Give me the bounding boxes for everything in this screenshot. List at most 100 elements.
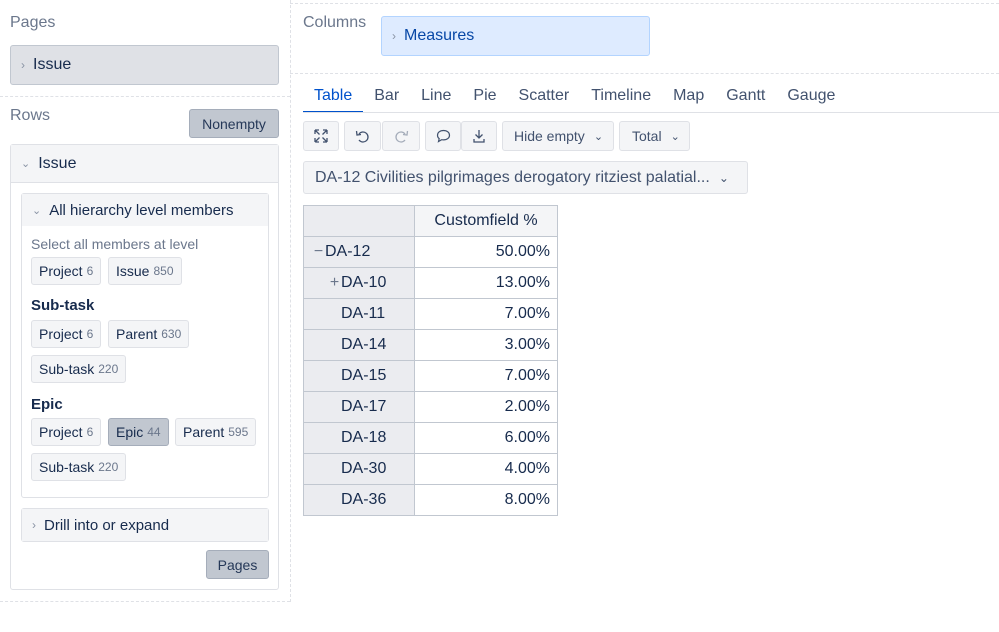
layout-divider <box>0 96 290 97</box>
cell-value: 3.00% <box>414 329 558 361</box>
rows-title: Rows <box>10 107 51 124</box>
level-chip-parent[interactable]: Parent 630 <box>108 320 190 348</box>
level-chip-project[interactable]: Project 6 <box>31 320 102 348</box>
tab-timeline[interactable]: Timeline <box>580 84 662 113</box>
chevron-right-icon[interactable]: › <box>21 58 25 72</box>
row-label: DA-36 <box>341 491 387 508</box>
undo-button[interactable] <box>344 121 381 151</box>
report-table: Customfield % − DA-12 50.00% + DA-10 13.00% DA… <box>303 205 558 516</box>
layout-divider <box>290 3 999 4</box>
cell-value: 7.00% <box>414 298 558 330</box>
row-label: DA-10 <box>341 274 387 291</box>
redo-icon <box>394 130 408 143</box>
tab-gantt[interactable]: Gantt <box>715 84 776 113</box>
chevron-down-icon[interactable]: ⌄ <box>32 204 41 217</box>
table-row: DA-17 2.00% <box>303 391 558 423</box>
member-selector[interactable]: DA-12 Civilities pilgrimages derogatory … <box>303 161 748 194</box>
table-row: − DA-12 50.00% <box>303 236 558 268</box>
epic-group-title: Epic <box>31 396 63 413</box>
comment-button[interactable] <box>425 121 461 151</box>
tab-pie[interactable]: Pie <box>462 84 507 113</box>
layout-divider <box>290 73 999 74</box>
hierarchy-level-header[interactable]: ⌄ All hierarchy level members <box>22 194 268 226</box>
row-label: DA-14 <box>341 336 387 353</box>
chip-label: Project <box>39 424 83 440</box>
table-corner <box>303 205 415 237</box>
redo-button[interactable] <box>382 121 420 151</box>
row-header[interactable]: DA-17 <box>303 391 415 423</box>
level-chip-issue[interactable]: Issue 850 <box>108 257 182 285</box>
expand-icon[interactable]: + <box>328 274 341 292</box>
tab-gauge[interactable]: Gauge <box>776 84 846 113</box>
chevron-down-icon: ⌄ <box>670 130 680 143</box>
row-header[interactable]: + DA-10 <box>303 267 415 299</box>
rows-dimension-header[interactable]: ⌄ Issue <box>11 145 278 183</box>
chip-label: Sub-task <box>39 459 95 475</box>
table-row: DA-36 8.00% <box>303 484 558 516</box>
table-row: DA-18 6.00% <box>303 422 558 454</box>
row-header[interactable]: DA-14 <box>303 329 415 361</box>
cell-value: 8.00% <box>414 484 558 516</box>
level-chip-subtask[interactable]: Sub-task 220 <box>31 453 127 481</box>
chip-label: Epic <box>116 424 144 440</box>
drill-expand-header[interactable]: › Drill into or expand <box>22 509 268 541</box>
chip-count: 44 <box>147 425 161 439</box>
chip-count: 6 <box>86 327 94 341</box>
column-header[interactable]: Customfield % <box>414 205 558 237</box>
hierarchy-level-panel: ⌄ All hierarchy level members Select all… <box>21 193 269 498</box>
columns-dimension-chip[interactable]: › Measures <box>381 16 650 56</box>
tabs-divider <box>303 112 999 113</box>
level-chip-project[interactable]: Project 6 <box>31 257 102 285</box>
chevron-down-icon[interactable]: ⌄ <box>21 157 30 170</box>
tab-scatter[interactable]: Scatter <box>508 84 581 113</box>
chip-label: Issue <box>116 263 150 279</box>
nonempty-button[interactable]: Nonempty <box>189 109 279 138</box>
row-header[interactable]: DA-11 <box>303 298 415 330</box>
row-header[interactable]: DA-36 <box>303 484 415 516</box>
level-chip-epic[interactable]: Epic 44 <box>108 418 169 446</box>
row-header[interactable]: DA-30 <box>303 453 415 485</box>
collapse-icon[interactable]: − <box>312 243 325 261</box>
total-dropdown[interactable]: Total ⌄ <box>619 121 690 151</box>
drill-expand-panel[interactable]: › Drill into or expand <box>21 508 269 542</box>
hierarchy-level-title: All hierarchy level members <box>49 201 234 219</box>
tab-bar[interactable]: Bar <box>363 84 410 113</box>
pages-button[interactable]: Pages <box>206 550 269 579</box>
level-chip-subtask[interactable]: Sub-task 220 <box>31 355 127 383</box>
chip-label: Project <box>39 263 83 279</box>
chip-count: 6 <box>86 264 94 278</box>
row-label: DA-17 <box>341 398 387 415</box>
chip-label: Parent <box>116 326 158 342</box>
table-row: DA-11 7.00% <box>303 298 558 330</box>
hide-empty-dropdown[interactable]: Hide empty ⌄ <box>502 121 614 151</box>
member-selector-label: DA-12 Civilities pilgrimages derogatory … <box>315 168 710 186</box>
chevron-right-icon[interactable]: › <box>392 29 396 43</box>
chip-count: 630 <box>161 327 182 341</box>
row-label: DA-18 <box>341 429 387 446</box>
chip-count: 850 <box>153 264 174 278</box>
chip-label: Sub-task <box>39 361 95 377</box>
table-row: DA-30 4.00% <box>303 453 558 485</box>
layout-divider <box>0 601 290 602</box>
chevron-right-icon[interactable]: › <box>32 518 36 532</box>
tab-table[interactable]: Table <box>303 84 364 113</box>
row-label: DA-15 <box>341 367 387 384</box>
chevron-down-icon: ⌄ <box>593 130 604 143</box>
level-chip-project[interactable]: Project 6 <box>31 418 102 446</box>
columns-title: Columns <box>303 14 367 31</box>
rows-dimension-label: Issue <box>38 154 77 172</box>
layout-divider <box>290 0 291 602</box>
row-header[interactable]: − DA-12 <box>303 236 415 268</box>
table-row: DA-15 7.00% <box>303 360 558 392</box>
row-header[interactable]: DA-15 <box>303 360 415 392</box>
pages-dimension-chip[interactable]: › Issue <box>10 45 279 85</box>
row-header[interactable]: DA-18 <box>303 422 415 454</box>
level-chip-parent[interactable]: Parent 595 <box>175 418 257 446</box>
cell-value: 6.00% <box>414 422 558 454</box>
fullscreen-button[interactable] <box>303 121 339 151</box>
tab-line[interactable]: Line <box>410 84 462 113</box>
tab-map[interactable]: Map <box>662 84 715 113</box>
pages-dimension-label: Issue <box>33 56 72 73</box>
columns-dimension-label: Measures <box>404 27 475 44</box>
export-button[interactable] <box>461 121 497 151</box>
